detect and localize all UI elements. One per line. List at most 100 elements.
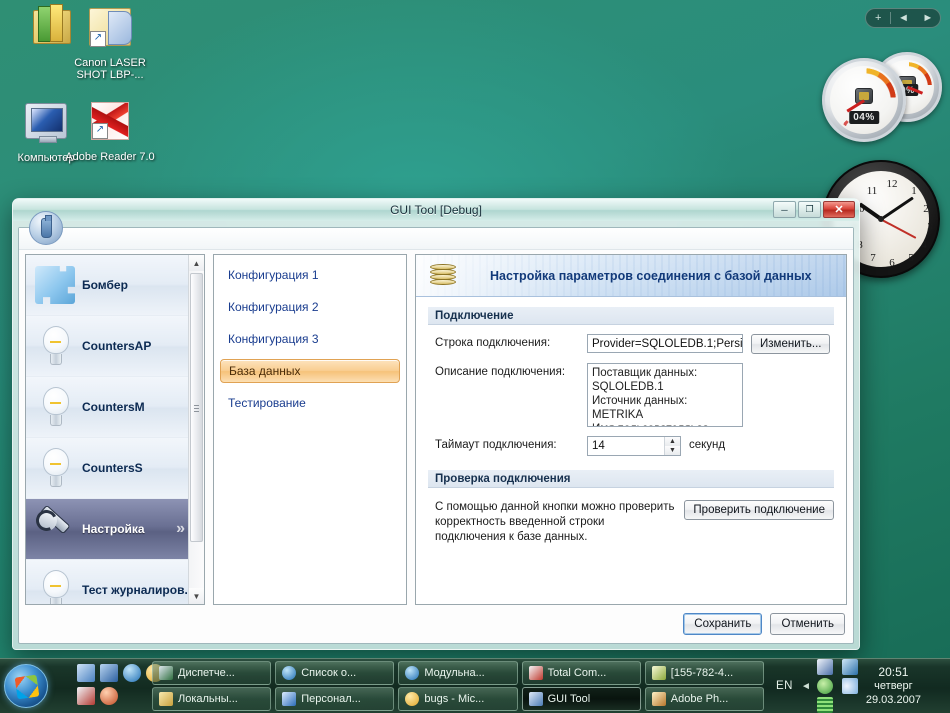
tray-clock[interactable]: 20:51 четверг 29.03.2007 <box>866 665 921 707</box>
app-logo-icon <box>29 211 63 245</box>
clock-date: 29.03.2007 <box>865 694 921 706</box>
desktop-icon-label: Adobe Reader 7.0 <box>65 151 155 163</box>
task-button-notepad[interactable]: [155-782-4... <box>644 661 764 685</box>
quick-launch-bar[interactable] <box>54 663 164 709</box>
save-button[interactable]: Сохранить <box>683 613 763 635</box>
task-button-modulnaya[interactable]: Модульна... <box>398 661 518 685</box>
task-button-lokalnye[interactable]: Локальны... <box>152 687 272 711</box>
task-button-dispatcher[interactable]: Диспетче... <box>152 661 272 685</box>
outlook-icon <box>405 692 420 706</box>
tree-item-label: Бомбер <box>82 278 128 292</box>
scroll-up-arrow-icon[interactable]: ▲ <box>189 255 204 271</box>
canon-printer-icon <box>87 8 133 54</box>
timeout-stepper[interactable]: 14 ▲ ▼ <box>587 436 681 456</box>
task-button-bugs-outlook[interactable]: bugs - Mic... <box>398 687 518 711</box>
clock-numeral: 12 <box>886 178 898 190</box>
task-button-label: Total Com... <box>547 667 607 679</box>
grid-icon[interactable] <box>816 697 833 713</box>
clock-numeral: 11 <box>866 185 878 197</box>
adobe-reader-icon <box>87 102 133 148</box>
clock-numeral: 1 <box>911 185 917 197</box>
add-gadget-button[interactable]: + <box>866 9 890 27</box>
scroll-down-arrow-icon[interactable]: ▼ <box>189 588 204 604</box>
wrench-icon <box>32 505 80 553</box>
cpu-meter-gadget[interactable]: 04% <box>822 58 906 142</box>
task-button-label: Модульна... <box>424 667 485 679</box>
desc-line: SQLOLEDB.1 <box>592 381 664 393</box>
system-tray: EN ◄ 20:51 четверг 29.03.2007 <box>770 659 950 713</box>
configuration-list-pane[interactable]: Конфигурация 1 Конфигурация 2 Конфигурац… <box>213 254 407 605</box>
tree-item-bomber[interactable]: Бомбер <box>26 255 188 316</box>
task-button-gui-tool[interactable]: GUI Tool <box>521 687 641 711</box>
icq-flower-icon[interactable] <box>816 678 833 694</box>
task-button-total-commander[interactable]: Total Com... <box>521 661 641 685</box>
test-group-title: Проверка подключения <box>428 470 834 488</box>
punto-switcher-icon[interactable] <box>100 686 118 705</box>
config-item-2[interactable]: Конфигурация 2 <box>220 295 400 319</box>
clock-minute-hand <box>880 196 914 221</box>
task-button-personal[interactable]: Персонал... <box>275 687 395 711</box>
task-button-label: Список о... <box>301 667 357 679</box>
start-orb-icon[interactable] <box>4 664 48 708</box>
tree-item-countersap[interactable]: CountersAP <box>26 316 188 377</box>
mail-icon[interactable] <box>816 659 833 675</box>
desc-line: Имя пользователя: sa <box>592 422 738 426</box>
save-icon[interactable] <box>77 686 95 705</box>
folder-icon <box>159 692 173 706</box>
config-item-3[interactable]: Конфигурация 3 <box>220 327 400 351</box>
photoshop-icon <box>651 692 666 706</box>
desktop-icon-adobe-reader[interactable]: Adobe Reader 7.0 <box>64 98 156 163</box>
lightbulb-icon <box>32 322 80 370</box>
cancel-button[interactable]: Отменить <box>770 613 845 635</box>
show-desktop-icon[interactable] <box>77 663 95 682</box>
task-button-spisok[interactable]: Список о... <box>275 661 395 685</box>
tray-expand-icon[interactable]: ◄ <box>801 681 811 692</box>
config-item-testing[interactable]: Тестирование <box>220 391 400 415</box>
stepper-up-icon[interactable]: ▲ <box>665 437 680 446</box>
config-item-label: Конфигурация 1 <box>228 268 319 282</box>
volume-icon[interactable] <box>841 678 858 694</box>
gui-tool-window[interactable]: GUI Tool [Debug] ─ ❐ ✕ Бомбер CountersAP… <box>12 198 860 650</box>
clock-numeral: 6 <box>889 257 895 269</box>
tree-item-nastroyka[interactable]: Настройка » <box>26 499 188 560</box>
switch-window-icon[interactable] <box>100 663 118 682</box>
test-row: С помощью данной кнопки можно проверить … <box>435 500 834 545</box>
clock-numeral: 3 <box>927 221 933 233</box>
flask-glyph <box>40 215 52 238</box>
config-item-database[interactable]: База данных <box>220 359 400 383</box>
lightbulb-icon <box>32 566 80 604</box>
internet-explorer-icon[interactable] <box>123 663 141 682</box>
network-icon[interactable] <box>841 659 858 675</box>
task-button-photoshop[interactable]: Adobe Ph... <box>644 687 764 711</box>
tree-item-test-journal[interactable]: Тест журналиров... <box>26 560 188 604</box>
next-gadget-button[interactable]: ► <box>916 9 940 27</box>
conn-string-input[interactable]: Provider=SQLOLEDB.1;Persist S <box>587 334 743 353</box>
tree-item-counterss[interactable]: CountersS <box>26 438 188 499</box>
test-connection-button[interactable]: Проверить подключение <box>684 500 834 520</box>
database-icon <box>428 263 458 289</box>
prev-gadget-button[interactable]: ◄ <box>891 9 915 27</box>
content-header: Настройка параметров соединения с базой … <box>416 255 846 297</box>
conn-string-label: Строка подключения: <box>435 337 551 349</box>
desktop-icon-canon-printer[interactable]: Canon LASER SHOT LBP-... <box>64 4 156 81</box>
stepper-down-icon[interactable]: ▼ <box>665 446 680 455</box>
cpu-meter-value: 04% <box>849 111 879 125</box>
close-button[interactable]: ✕ <box>823 201 855 218</box>
window-titlebar[interactable]: GUI Tool [Debug] ─ ❐ ✕ <box>13 199 859 221</box>
scrollbar-thumb[interactable] <box>190 273 203 542</box>
maximize-button[interactable]: ❐ <box>798 201 821 218</box>
meter-face: 04% <box>830 66 898 134</box>
config-item-label: Конфигурация 3 <box>228 332 319 346</box>
window-controls[interactable]: ─ ❐ ✕ <box>773 201 855 218</box>
minimize-button[interactable]: ─ <box>773 201 796 218</box>
tree-scrollbar[interactable]: ▲ ▼ <box>188 255 204 604</box>
module-tree-pane[interactable]: Бомбер CountersAP CountersM CountersS На… <box>25 254 205 605</box>
clock-weekday: четверг <box>874 680 913 692</box>
change-conn-string-button[interactable]: Изменить... <box>751 334 831 354</box>
stepper-arrows[interactable]: ▲ ▼ <box>664 437 680 455</box>
language-indicator[interactable]: EN <box>776 680 793 692</box>
config-item-1[interactable]: Конфигурация 1 <box>220 263 400 287</box>
timeout-input[interactable]: 14 <box>588 437 664 455</box>
sidebar-gadget-controls[interactable]: + ◄ ► <box>865 8 941 28</box>
tree-item-countersm[interactable]: CountersM <box>26 377 188 438</box>
